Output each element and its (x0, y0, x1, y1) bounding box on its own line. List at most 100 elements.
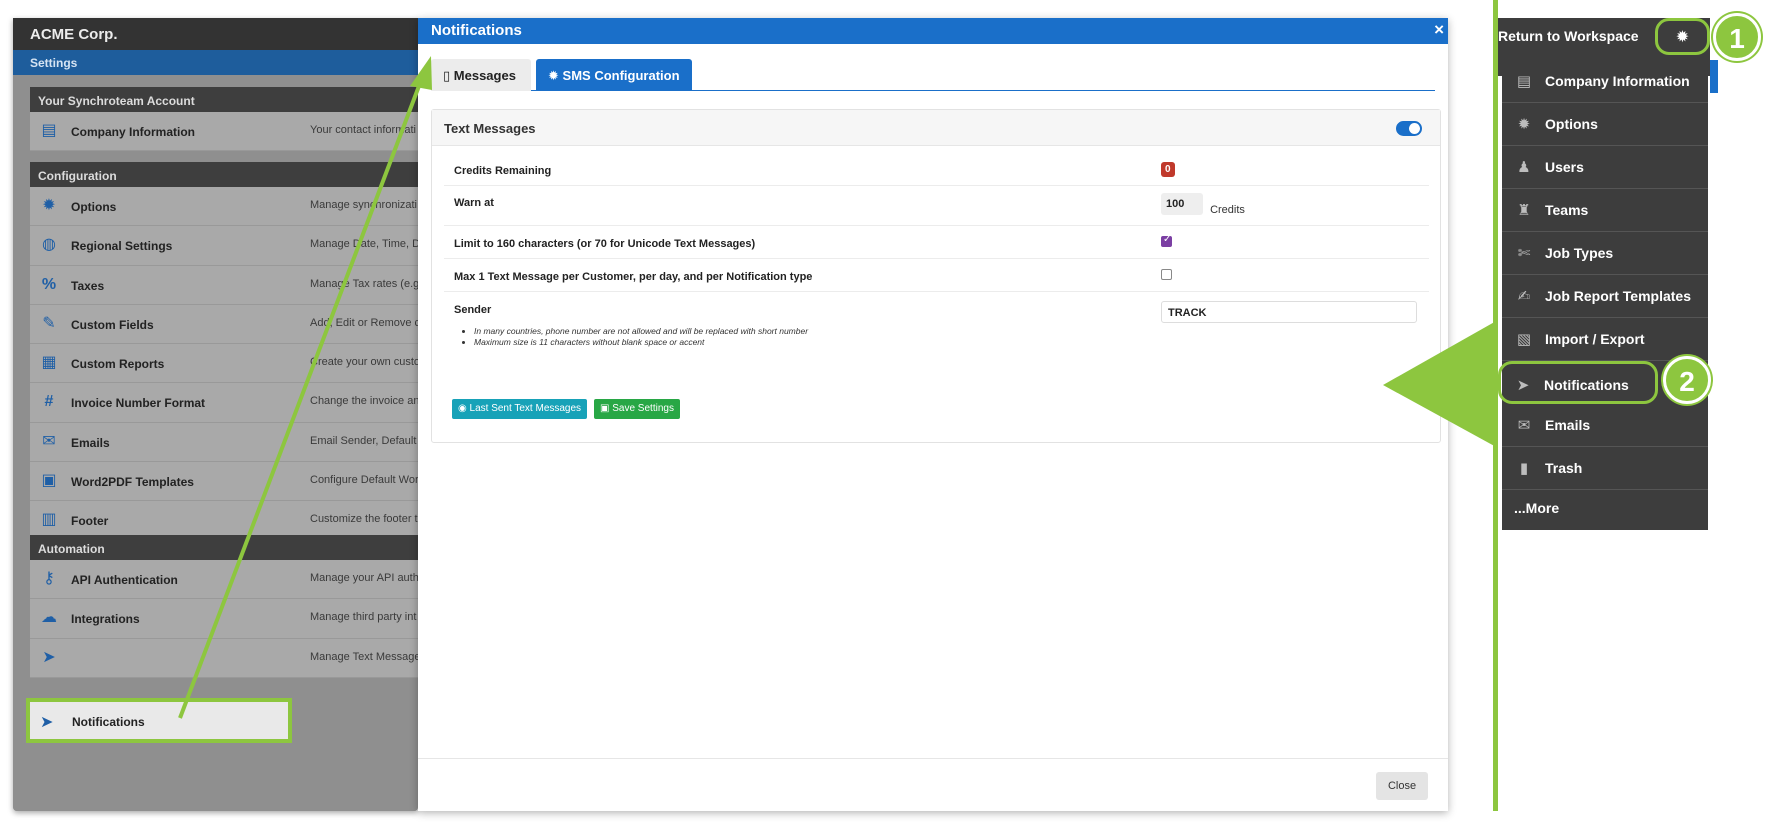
settings-row[interactable]: ◍ Regional Settings Manage Date, Time, D (30, 226, 418, 266)
warn-unit: Credits (1210, 204, 1245, 216)
side-menu-item[interactable]: ✉ Emails (1502, 404, 1708, 447)
save-settings-button[interactable]: ▣ Save Settings (594, 399, 680, 419)
settings-row[interactable]: ✎ Custom Fields Add, Edit or Remove c (30, 304, 418, 345)
settings-row[interactable]: ✉ Emails Email Sender, Default (30, 422, 418, 463)
settings-item-label: Notifications (72, 715, 145, 729)
max-per-customer-row: Max 1 Text Message per Customer, per day… (444, 259, 1429, 292)
close-button[interactable]: Close (1376, 772, 1428, 800)
settings-row-description: Configure Default Wor (310, 474, 418, 487)
settings-row-label: Company Information (71, 125, 196, 139)
settings-row-label: Invoice Number Format (71, 396, 206, 411)
side-menu-item-label: Notifications (1544, 377, 1629, 393)
settings-row-label: Options (71, 200, 117, 214)
button-label: Save Settings (612, 403, 674, 414)
warn-at-input[interactable]: 100 (1161, 193, 1203, 215)
report-icon: ▦ (41, 354, 57, 372)
settings-row[interactable]: # Invoice Number Format Change the invoice… (30, 383, 418, 423)
settings-row-description: Manage Text Message (310, 650, 418, 663)
settings-row-label: Custom Reports (71, 357, 165, 372)
settings-row[interactable]: ➤ Manage Text Message (30, 638, 418, 678)
side-menu-item-label: Import / Export (1545, 331, 1645, 347)
tab-label: SMS Configuration (562, 68, 680, 83)
settings-row-description: Manage synchronizati (310, 199, 418, 211)
settings-section: Automation ⚷ API Authentication Manage your… (30, 535, 418, 678)
footer-icon: ▥ (41, 511, 57, 529)
sender-input[interactable]: TRACK (1161, 301, 1417, 323)
field-label: Sender (454, 304, 492, 316)
side-menu-accent (1710, 60, 1718, 93)
settings-row-description: Email Sender, Default (310, 434, 417, 447)
side-menu-item[interactable]: ♜ Teams (1502, 189, 1708, 232)
notifications-modal: Notifications × ▯ Messages ✹ SMS Configu… (418, 18, 1448, 811)
settings-row-label: Taxes (71, 278, 105, 293)
text-messages-toggle[interactable] (1396, 121, 1422, 136)
settings-row[interactable]: ✹ Options Manage synchronizati (30, 187, 418, 227)
settings-row-label: Custom Fields (71, 317, 154, 332)
modal-close-icon[interactable]: × (1434, 20, 1444, 40)
document-icon: ▯ (443, 68, 451, 83)
settings-row-label: Regional Settings (71, 239, 173, 254)
gear-icon: ✹ (548, 68, 559, 83)
key-icon: ⚷ (43, 570, 55, 587)
field-label: Limit to 160 characters (or 70 for Unico… (454, 238, 756, 250)
gear-icon: ✹ (42, 197, 56, 214)
text-messages-panel: Text Messages Credits Remaining 0 Warn a… (431, 109, 1441, 443)
side-menu-item-label: Trash (1545, 460, 1583, 476)
side-menu-item[interactable]: ✹ Options (1502, 103, 1708, 146)
side-menu-item-label: Emails (1545, 417, 1591, 433)
side-menu-item[interactable]: ✍ Job Report Templates (1502, 275, 1708, 318)
percent-icon: % (41, 275, 57, 293)
paper-plane-icon: ➤ (40, 714, 54, 731)
settings-subtitle: Settings (13, 50, 418, 75)
side-menu-item[interactable]: ➤ Notifications (1498, 361, 1658, 404)
csv-file-icon: ▧ (1516, 331, 1532, 348)
settings-row-description: Create your own custo (310, 356, 418, 369)
trash-icon: ▮ (1519, 460, 1529, 477)
side-menu-item-label: Options (1545, 116, 1598, 132)
team-icon: ♜ (1517, 202, 1531, 219)
side-menu-item[interactable]: ▮ Trash (1502, 447, 1708, 490)
button-label: Last Sent Text Messages (469, 403, 582, 414)
settings-row-description: Manage Date, Time, D (310, 238, 418, 251)
side-menu-item-label: Users (1545, 159, 1584, 175)
settings-row[interactable]: % Taxes Manage Tax rates (e.g (30, 265, 418, 305)
field-label: Max 1 Text Message per Customer, per day… (454, 271, 813, 283)
paper-plane-icon: ➤ (1516, 377, 1530, 394)
settings-row[interactable]: ☁ Integrations Manage third party int (30, 599, 418, 639)
mail-tray-icon: ✉ (1517, 417, 1531, 434)
last-sent-messages-button[interactable]: ◉ Last Sent Text Messages (452, 399, 588, 419)
settings-row[interactable]: ▦ Custom Reports Create your own custo (30, 344, 418, 384)
max-per-customer-checkbox[interactable] (1161, 269, 1172, 280)
return-to-workspace-link[interactable]: Return to Workspace (1498, 28, 1639, 44)
pdf-icon: ▣ (41, 472, 57, 490)
limit-characters-checkbox[interactable] (1161, 234, 1172, 247)
settings-row-description: Manage your API auth (310, 572, 418, 584)
settings-gear-button[interactable]: ✹ (1655, 18, 1710, 55)
globe-icon: ◍ (42, 236, 56, 254)
side-menu-item[interactable]: ♟ Users (1502, 146, 1708, 189)
settings-row-description: Customize the footer t (310, 513, 418, 526)
settings-row-label: Word2PDF Templates (71, 475, 194, 490)
side-menu-item[interactable]: ▤ Company Information (1502, 60, 1708, 103)
mail-tray-icon: ✉ (42, 432, 56, 450)
settings-row[interactable]: ⚷ API Authentication Manage your API auth (30, 560, 418, 600)
settings-row[interactable]: ▤ Company Information Your contact informa… (30, 112, 418, 152)
field-label: Credits Remaining (454, 165, 552, 177)
settings-row[interactable]: ▣ Word2PDF Templates Configure Default Wor (30, 462, 418, 502)
side-menu-item[interactable]: ▧ Import / Export (1502, 318, 1708, 361)
settings-row-description: Change the invoice an (310, 395, 418, 408)
cloud-icon: ☁ (41, 609, 57, 627)
side-menu-item-label: Company Information (1545, 73, 1690, 89)
tab-sms-configuration[interactable]: ✹ SMS Configuration (536, 59, 692, 91)
tab-messages[interactable]: ▯ Messages (431, 59, 531, 91)
side-menu-item[interactable]: ✄ Job Types (1502, 232, 1708, 275)
modal-titlebar: Notifications × (418, 18, 1448, 44)
gear-icon: ✹ (1675, 29, 1690, 46)
settings-row-description: Your contact informati (310, 124, 416, 136)
settings-item-notifications-highlighted[interactable]: ➤ Notifications (26, 698, 292, 743)
more-link[interactable]: ...More (1514, 500, 1559, 516)
panel-header: Text Messages (432, 110, 1440, 146)
modal-footer: Close (418, 758, 1448, 811)
wrench-icon: ✄ (1517, 245, 1531, 262)
divider-line (1493, 0, 1498, 811)
